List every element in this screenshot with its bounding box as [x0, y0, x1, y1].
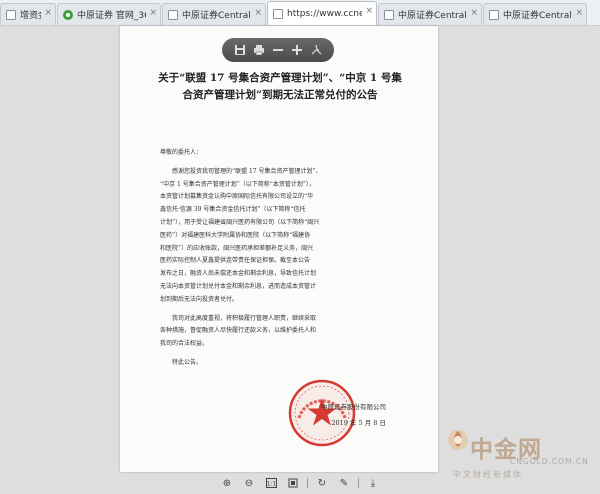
text-line: 计划”），用于受让福建省闽兴医药有限公司（以下简称“闽兴: [160, 218, 320, 226]
zoom-out-icon[interactable]: ⊖: [242, 476, 256, 490]
page-icon: [6, 9, 16, 20]
browser-tab[interactable]: 中原证券Central China×: [162, 3, 266, 25]
letter-body: 尊敬的委托人： 感谢您投资我司管理的“联盟 17 号集合资产管理计划”、 “中京 …: [160, 147, 404, 370]
text-line: “中京 1 号集合资产管理计划”（以下简称“本资管计划”），: [160, 180, 315, 188]
text-line: 我司对此高度重视，将积极履行管理人职责，继续采取: [172, 314, 317, 322]
page-icon: [384, 9, 394, 20]
text-line: 医药”）对福建医科大学附属协和医院（以下简称“福建协: [160, 231, 311, 239]
browser-tab[interactable]: https://www.ccnew.co×: [267, 1, 377, 25]
paragraph-1: 感谢您投资我司管理的“联盟 17 号集合资产管理计划”、 “中京 1 号集合资产管…: [160, 166, 404, 307]
browser-tab[interactable]: 中原证券Central China×: [378, 3, 482, 25]
tab-label: https://www.ccnew.co: [287, 8, 362, 19]
text-line: 无法向本资管计划兑付本金和剩余利息，进而造成本资管计: [160, 282, 317, 290]
zoom-in-icon[interactable]: [290, 42, 304, 58]
download-icon[interactable]: ⤓: [366, 476, 380, 490]
text-line: 各种措施，督促融资人尽快履行还款义务，以维护委托人和: [160, 327, 317, 335]
brand-domain: CNGOLD.COM.CN: [510, 457, 589, 466]
zoom-in-icon[interactable]: ⊕: [220, 476, 234, 490]
close-tab-icon[interactable]: ×: [44, 8, 52, 18]
divider: [358, 478, 359, 488]
close-tab-icon[interactable]: ×: [254, 8, 262, 18]
browser-tab[interactable]: 中原证券Central China×: [483, 3, 587, 25]
page-icon: [273, 8, 283, 19]
edit-icon[interactable]: ✎: [337, 476, 351, 490]
text-line: 鑫信托·信源 39 号集合资金信托计划”（以下简称“信托: [160, 206, 306, 214]
close-tab-icon[interactable]: ×: [149, 8, 157, 18]
title-line: 合资产管理计划”到期无法正常兑付的公告: [182, 89, 378, 101]
document-title: 关于“联盟 17 号集合资产管理计划”、“中京 1 号集 合资产管理计划”到期无…: [150, 70, 410, 104]
text-line: 划到期后无法向投资者兑付。: [160, 295, 239, 303]
page-icon: [168, 9, 178, 20]
tab-label: 中原证券Central China: [182, 11, 251, 21]
salutation: 尊敬的委托人：: [160, 149, 203, 156]
close-tab-icon[interactable]: ×: [575, 8, 583, 18]
closing: 特此公告。: [172, 358, 203, 366]
issue-date: 2019 年 5 月 8 日: [331, 419, 386, 427]
pdf-toolbar: [222, 38, 334, 62]
close-tab-icon[interactable]: ×: [470, 8, 478, 18]
tab-label: 中原证券 官网_360搜索: [77, 11, 146, 21]
divider: [307, 478, 308, 488]
fit-page-icon[interactable]: [286, 476, 300, 490]
text-line: 和医院”）的应收账款，闽兴医药承担差额补足义务，闽兴: [160, 244, 314, 252]
svg-text:1:1: 1:1: [266, 481, 276, 488]
actual-size-icon[interactable]: 1:1: [264, 476, 278, 490]
search-360-icon: [63, 9, 73, 20]
tab-label: 增资金划拨: [20, 11, 41, 21]
browser-tab-bar: 增资金划拨×中原证券 官网_360搜索×中原证券Central China×ht…: [0, 0, 600, 26]
tab-label: 中原证券Central China: [398, 11, 467, 21]
text-line: 感谢您投资我司管理的“联盟 17 号集合资产管理计划”、: [172, 167, 322, 175]
text-line: 我司的合法权益。: [160, 340, 209, 348]
brand-slogan: 中文财经新媒体: [453, 470, 523, 479]
text-line: 医药实际控制人夏鑫提供连带责任保证担保。截至本公告: [160, 257, 311, 265]
title-line: 关于“联盟 17 号集合资产管理计划”、“中京 1 号集: [158, 72, 402, 84]
signatory: 中原证券股份有限公司: [321, 403, 386, 411]
rotate-icon[interactable]: ↻: [315, 476, 329, 490]
close-tab-icon[interactable]: ×: [365, 6, 373, 16]
text-line: 发布之日，融资人尚未偿还本金和剩余利息，导致信托计划: [160, 270, 317, 278]
adobe-acrobat-icon[interactable]: [309, 42, 323, 58]
paragraph-2: 我司对此高度重视，将积极履行管理人职责，继续采取各种措施，督促融资人尽快履行还款…: [160, 313, 404, 351]
browser-tab[interactable]: 增资金划拨×: [0, 3, 56, 25]
tab-label: 中原证券Central China: [503, 11, 572, 21]
save-icon[interactable]: [233, 42, 247, 58]
page-icon: [489, 9, 499, 20]
zoom-out-icon[interactable]: [271, 42, 285, 58]
pdf-viewer: 关于“联盟 17 号集合资产管理计划”、“中京 1 号集 合资产管理计划”到期无…: [0, 26, 600, 494]
signature-block: 中原证券股份有限公司 2019 年 5 月 8 日: [256, 399, 386, 431]
text-line: 本资管计划募集资金认购中原国际信托有限公司设立的“华: [160, 193, 314, 201]
brand-logo-icon: [445, 427, 471, 465]
print-icon[interactable]: [252, 42, 266, 58]
browser-tab[interactable]: 中原证券 官网_360搜索×: [57, 3, 161, 25]
